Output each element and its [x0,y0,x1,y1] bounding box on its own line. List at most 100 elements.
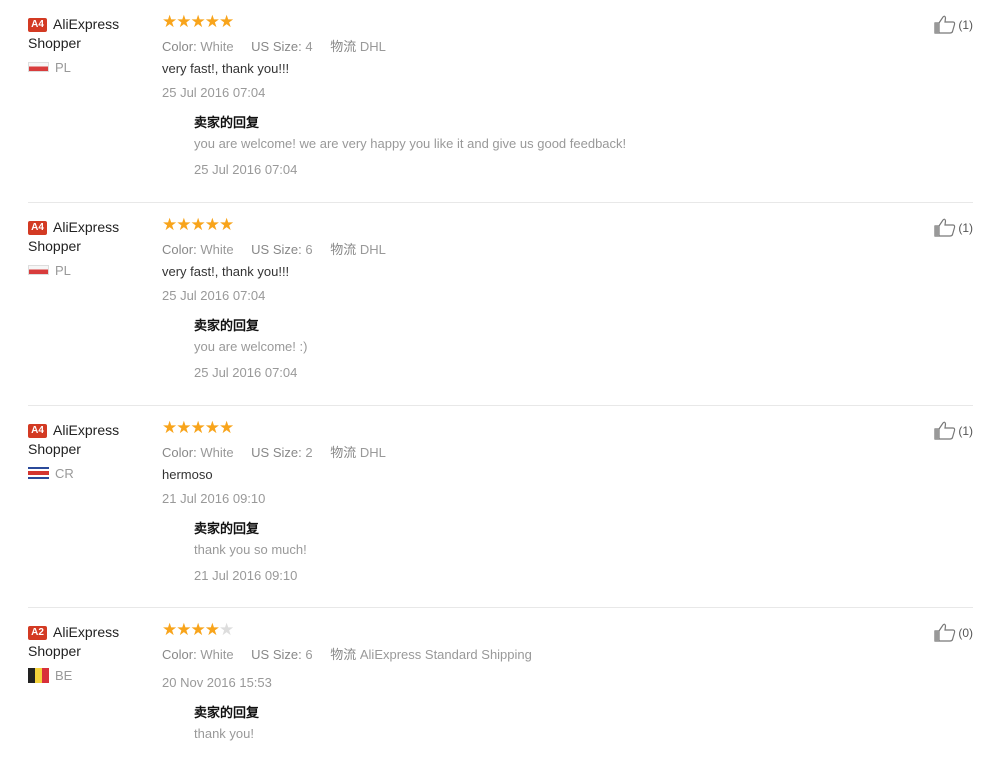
reviewer-info: A2 AliExpress Shopper BE [28,623,148,683]
star-filled-icon: ★ [162,215,177,234]
seller-reply-text: thank you so much! [194,542,307,557]
size-label: US Size: [251,242,302,257]
review-text: very fast!, thank you!!! [162,61,290,76]
review-list: A4 AliExpress Shopper PL ★ ★ ★ ★ ★ Color: Whi… [0,0,1000,768]
color-label: Color: [162,39,197,54]
star-filled-icon: ★ [176,215,191,234]
reviewer-country: PL [55,262,71,278]
star-filled-icon: ★ [162,418,177,437]
seller-reply-title: 卖家的回复 [194,705,260,720]
review-item: A4 AliExpress Shopper PL ★ ★ ★ ★ ★ Color: Whi… [28,203,973,406]
seller-reply-title: 卖家的回复 [194,115,260,130]
star-filled-icon: ★ [204,12,220,31]
star-filled-icon: ★ [190,418,206,437]
helpful-button[interactable]: (0) [934,623,973,642]
reviewer-country: CR [55,465,74,481]
star-empty-icon: ★ [219,620,234,639]
shipping-value: DHL [359,242,386,257]
star-filled-icon: ★ [190,215,206,234]
helpful-count: (1) [958,220,973,235]
flag-poland-icon [28,62,49,72]
size-value: 6 [305,242,313,257]
star-filled-icon: ★ [190,620,206,639]
star-filled-icon: ★ [204,418,220,437]
review-date: 20 Nov 2016 15:53 [162,675,272,690]
review-item: A4 AliExpress Shopper PL ★ ★ ★ ★ ★ Color: Whi… [28,0,973,203]
helpful-button[interactable]: (1) [934,15,973,34]
helpful-button[interactable]: (1) [934,421,973,440]
shipping-label: 物流 [330,647,357,662]
shipping-value: DHL [359,445,386,460]
thumbs-up-icon [934,623,956,642]
star-filled-icon: ★ [162,620,177,639]
review-item: A4 AliExpress Shopper CR ★ ★ ★ ★ ★ Color: Whi… [28,406,973,608]
star-rating: ★ ★ ★ ★ ★ [162,215,862,234]
seller-reply-date: 25 Jul 2016 07:04 [194,365,298,380]
star-filled-icon: ★ [190,12,206,31]
star-filled-icon: ★ [176,620,191,639]
color-label: Color: [162,242,197,257]
flag-costa-rica-icon [28,467,49,479]
review-date: 25 Jul 2016 07:04 [162,288,266,303]
reviewer-country: BE [55,667,73,683]
reviewer-info: A4 AliExpress Shopper CR [28,421,148,481]
review-properties: Color: White US Size: 4 物流 DHL [162,36,862,54]
star-filled-icon: ★ [204,215,220,234]
size-label: US Size: [251,39,302,54]
size-label: US Size: [251,647,302,662]
buyer-level-badge: A4 [28,424,47,438]
buyer-level-badge: A4 [28,221,47,235]
color-value: White [200,445,234,460]
flag-poland-icon [28,265,49,275]
review-content: ★ ★ ★ ★ ★ Color: White US Size: 4 物流 DHL ver… [162,12,862,180]
size-value: 4 [305,39,313,54]
review-properties: Color: White US Size: 6 物流 DHL [162,239,862,257]
review-properties: Color: White US Size: 2 物流 DHL [162,442,862,460]
helpful-count: (1) [958,17,973,32]
shipping-label: 物流 [330,242,357,257]
color-value: White [200,39,234,54]
flag-belgium-icon [28,667,49,683]
star-filled-icon: ★ [176,418,191,437]
buyer-level-badge: A2 [28,626,47,640]
shipping-label: 物流 [330,445,357,460]
star-filled-icon: ★ [204,620,220,639]
seller-reply: 卖家的回复 you are welcome! we are very happy… [194,112,862,180]
color-label: Color: [162,445,197,460]
review-content: ★ ★ ★ ★ ★ Color: White US Size: 6 物流 AliExpr… [162,620,862,744]
seller-reply-text: thank you! [194,726,254,741]
star-rating: ★ ★ ★ ★ ★ [162,620,862,639]
reviewer-info: A4 AliExpress Shopper PL [28,218,148,278]
review-content: ★ ★ ★ ★ ★ Color: White US Size: 6 物流 DHL ver… [162,215,862,383]
review-item: A2 AliExpress Shopper BE ★ ★ ★ ★ ★ Color: Whi… [28,608,973,768]
star-rating: ★ ★ ★ ★ ★ [162,12,862,31]
seller-reply-text: you are welcome! we are very happy you l… [194,136,627,151]
review-text: hermoso [162,467,213,482]
shipping-label: 物流 [330,39,357,54]
reviewer-info: A4 AliExpress Shopper PL [28,15,148,75]
helpful-count: (0) [958,625,973,640]
helpful-button[interactable]: (1) [934,218,973,237]
review-date: 25 Jul 2016 07:04 [162,85,266,100]
star-filled-icon: ★ [162,12,177,31]
seller-reply-date: 25 Jul 2016 07:04 [194,162,298,177]
thumbs-up-icon [934,218,956,237]
seller-reply-title: 卖家的回复 [194,318,260,333]
review-date: 21 Jul 2016 09:10 [162,491,266,506]
star-rating: ★ ★ ★ ★ ★ [162,418,862,437]
star-filled-icon: ★ [219,215,234,234]
reviewer-country: PL [55,59,71,75]
star-filled-icon: ★ [176,12,191,31]
seller-reply: 卖家的回复 thank you so much! 21 Jul 2016 09:… [194,518,862,586]
seller-reply: 卖家的回复 thank you! [194,702,862,744]
shipping-value: AliExpress Standard Shipping [359,647,532,662]
shipping-value: DHL [359,39,386,54]
size-value: 6 [305,647,313,662]
color-value: White [200,242,234,257]
helpful-count: (1) [958,423,973,438]
thumbs-up-icon [934,421,956,440]
color-label: Color: [162,647,197,662]
thumbs-up-icon [934,15,956,34]
color-value: White [200,647,234,662]
seller-reply: 卖家的回复 you are welcome! :) 25 Jul 2016 07… [194,315,862,383]
